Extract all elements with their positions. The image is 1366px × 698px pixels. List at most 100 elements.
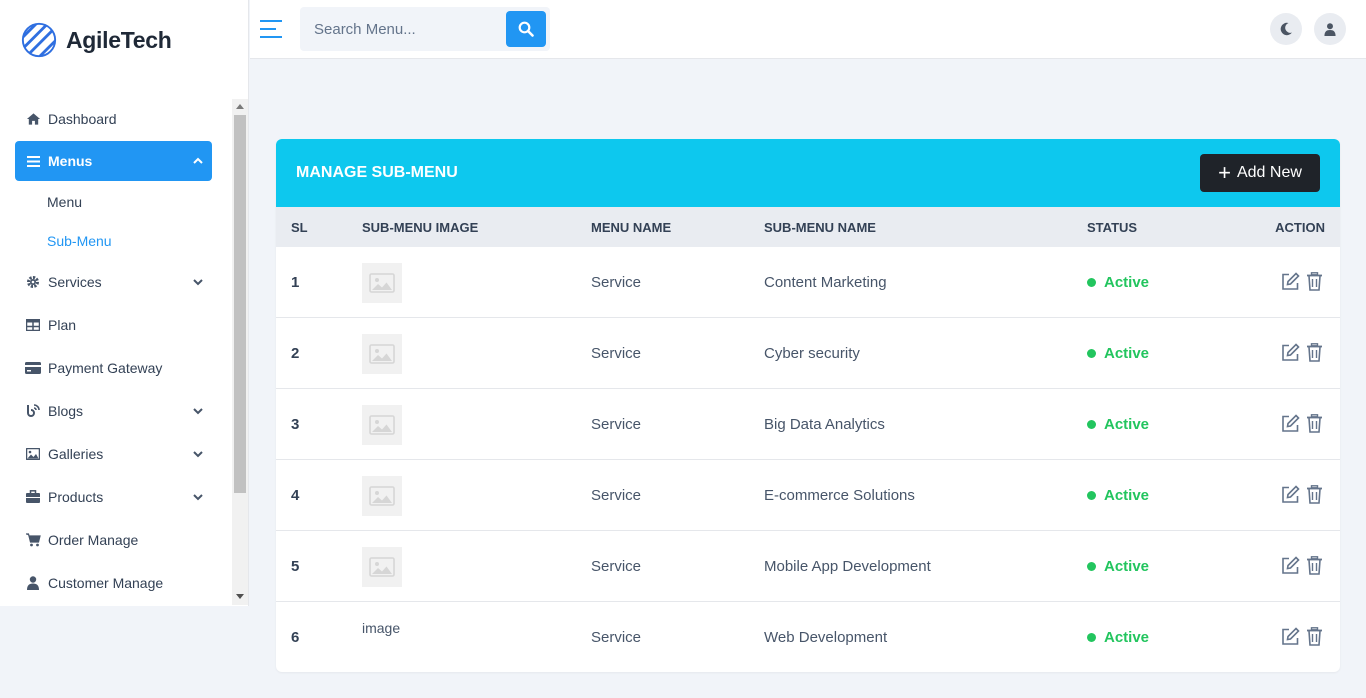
sidebar-subitem-label: Sub-Menu [47,232,112,249]
manage-sub-menu-card: MANAGE SUB-MENU + Add New SL SUB-MENU IM… [276,139,1340,672]
search-button[interactable] [506,11,546,47]
brand-name: AgileTech [66,26,172,53]
menu-toggle-icon[interactable] [260,19,283,39]
sidebar-item-label: Order Manage [48,531,139,548]
sidebar: AgileTech Dashboard Menus Menu Sub-Menu [0,0,249,606]
status-label: Active [1104,274,1150,291]
blog-icon [25,403,41,419]
sidebar-item-label: Blogs [48,402,84,419]
row-sl: 2 [291,345,300,362]
top-bar [250,0,1366,59]
status-label: Active [1104,558,1150,575]
sidebar-item-plan[interactable]: Plan [15,303,212,346]
row-menu-name: Service [591,487,642,504]
sidebar-subitem-label: Menu [47,193,83,210]
delete-icon[interactable] [1304,484,1324,504]
row-menu-name: Service [591,416,642,433]
chevron-down-icon [193,493,203,500]
image-placeholder-icon [369,344,395,364]
sidebar-subitem-menu[interactable]: Menu [15,182,212,221]
delete-icon[interactable] [1304,413,1324,433]
edit-icon[interactable] [1280,626,1300,646]
sidebar-item-galleries[interactable]: Galleries [15,432,212,475]
row-sub-menu-name: Web Development [764,629,888,646]
scrollbar-thumb[interactable] [234,115,246,493]
image-placeholder-icon [369,273,395,293]
status-dot [1087,562,1096,571]
row-sl: 3 [291,416,300,433]
sub-menu-image [362,263,402,303]
delete-icon[interactable] [1304,626,1324,646]
sidebar-item-label: Dashboard [48,110,117,127]
column-header-status: STATUS [1087,220,1138,235]
sidebar-item-customer-manage[interactable]: Customer Manage [15,561,212,604]
delete-icon[interactable] [1304,271,1324,291]
list-icon [25,153,41,169]
broken-image-alt: image [362,620,401,636]
column-header-menu-name: MENU NAME [591,220,672,235]
search-icon [518,21,534,37]
status-label: Active [1104,487,1150,504]
sidebar-item-label: Galleries [48,445,104,462]
table-header: SL SUB-MENU IMAGE MENU NAME SUB-MENU NAM… [276,207,1340,247]
edit-icon[interactable] [1280,555,1300,575]
edit-icon[interactable] [1280,342,1300,362]
scroll-up-arrow-icon[interactable] [236,104,244,109]
image-placeholder-icon [369,557,395,577]
card-title: MANAGE SUB-MENU [296,164,458,181]
brand[interactable]: AgileTech [20,20,172,60]
column-header-sl: SL [291,220,308,235]
chevron-down-icon [193,278,203,285]
status-label: Active [1104,629,1150,646]
sidebar-item-payment-gateway[interactable]: Payment Gateway [15,346,212,389]
search-input[interactable] [300,7,506,51]
theme-toggle-button[interactable] [1270,13,1302,45]
row-menu-name: Service [591,629,642,646]
table-icon [25,317,41,333]
sidebar-item-menus[interactable]: Menus [15,141,212,181]
sidebar-item-blogs[interactable]: Blogs [15,389,212,432]
sidebar-item-products[interactable]: Products [15,475,212,518]
row-sl: 6 [291,629,300,646]
briefcase-icon [25,489,41,505]
status-dot [1087,633,1096,642]
home-icon [25,111,41,127]
row-sl: 4 [291,487,300,504]
gear-icon [25,274,41,290]
image-icon [25,446,41,462]
status-badge: Active [1087,274,1149,291]
scroll-down-arrow-icon[interactable] [236,594,244,599]
edit-icon[interactable] [1280,413,1300,433]
status-label: Active [1104,416,1150,433]
status-badge: Active [1087,558,1149,575]
delete-icon[interactable] [1304,342,1324,362]
add-new-button[interactable]: + Add New [1200,154,1320,192]
table-row: 5 Service Mobile App Development Active [276,531,1340,602]
status-dot [1087,491,1096,500]
row-actions [1276,413,1324,433]
profile-button[interactable] [1314,13,1346,45]
sidebar-item-label: Plan [48,316,77,333]
row-actions [1276,626,1324,646]
sidebar-subitem-sub-menu[interactable]: Sub-Menu [15,221,212,260]
column-header-sub-menu-image: SUB-MENU IMAGE [362,220,479,235]
user-icon [1324,22,1336,36]
sub-menu-image [362,405,402,445]
sidebar-item-dashboard[interactable]: Dashboard [15,97,212,140]
sub-menu-image [362,547,402,587]
edit-icon[interactable] [1280,484,1300,504]
plus-icon: + [1218,160,1231,185]
sidebar-item-order-manage[interactable]: Order Manage [15,518,212,561]
sidebar-item-services[interactable]: Services [15,260,212,303]
delete-icon[interactable] [1304,555,1324,575]
edit-icon[interactable] [1280,271,1300,291]
image-placeholder-icon [369,415,395,435]
add-new-label: Add New [1236,164,1302,181]
column-header-sub-menu-name: SUB-MENU NAME [764,220,876,235]
sidebar-scrollbar[interactable] [232,99,248,605]
row-menu-name: Service [591,345,642,362]
row-sub-menu-name: Cyber security [764,345,860,362]
sidebar-item-label: Services [48,273,102,290]
image-placeholder-icon [369,486,395,506]
chevron-up-icon [193,157,203,164]
